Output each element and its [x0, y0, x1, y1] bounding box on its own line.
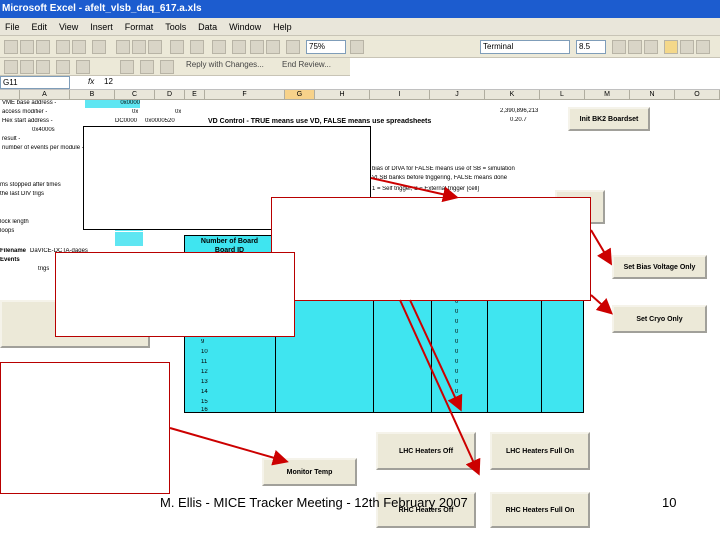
slide-page-number: 10: [662, 495, 677, 510]
slide-footer: M. Ellis - MICE Tracker Meeting - 12th F…: [0, 495, 720, 517]
arrow-line: [169, 427, 289, 466]
slide-caption: M. Ellis - MICE Tracker Meeting - 12th F…: [160, 495, 468, 510]
arrow-line: [370, 177, 459, 203]
arrow-line: [399, 299, 481, 476]
arrow-line: [590, 294, 613, 315]
arrow-line: [590, 229, 613, 266]
arrow-line: [409, 299, 463, 412]
annotation-arrows: [169, 177, 613, 476]
